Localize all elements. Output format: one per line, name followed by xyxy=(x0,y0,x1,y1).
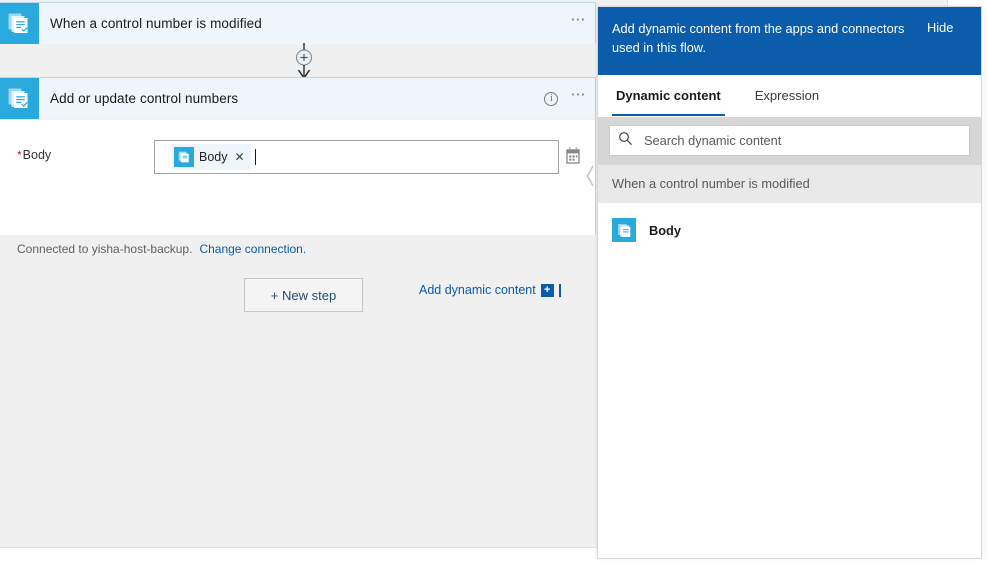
text-cursor xyxy=(254,149,256,165)
dynamic-content-group-header: When a control number is modified xyxy=(598,165,981,203)
hide-banner-button[interactable]: Hide xyxy=(927,19,953,35)
dynamic-content-banner: Add dynamic content from the apps and co… xyxy=(598,7,981,75)
tab-expression[interactable]: Expression xyxy=(751,75,823,116)
close-icon[interactable]: ✕ xyxy=(233,150,249,164)
connection-status-text: Connected to yisha-host-backup. xyxy=(17,242,193,256)
change-connection-link[interactable]: Change connection. xyxy=(199,242,306,256)
list-item[interactable]: Body xyxy=(598,211,981,249)
dynamic-content-token[interactable]: Body ✕ xyxy=(172,144,251,170)
ellipsis-icon[interactable]: ⋯ xyxy=(570,12,587,31)
ellipsis-icon[interactable]: ⋯ xyxy=(570,87,587,106)
flow-connector xyxy=(289,43,319,80)
body-field-label: *Body xyxy=(17,148,51,162)
new-step-button[interactable]: + New step xyxy=(244,278,363,312)
dynamic-content-list: Body xyxy=(598,203,981,558)
panel-scrollbar[interactable] xyxy=(982,6,987,559)
dynamic-content-tabs: Dynamic content Expression xyxy=(598,75,981,117)
action-card-actions: i ⋯ xyxy=(544,78,587,119)
plus-bar-accent xyxy=(558,283,561,297)
body-field-row: *Body Body ✕ xyxy=(0,140,595,174)
trigger-card-actions: ⋯ xyxy=(570,3,587,44)
power-automate-designer: When a control number is modified ⋯ Add … xyxy=(0,0,988,566)
add-dynamic-content-link[interactable]: Add dynamic content + xyxy=(419,283,561,297)
add-dynamic-content-label: Add dynamic content xyxy=(419,283,536,297)
search-area xyxy=(598,117,981,165)
search-box[interactable] xyxy=(609,125,970,156)
required-marker: * xyxy=(17,148,22,162)
token-label: Body xyxy=(199,150,228,164)
info-icon[interactable]: i xyxy=(544,91,559,106)
list-item-label: Body xyxy=(649,222,681,238)
body-field-label-text: Body xyxy=(22,148,52,162)
document-stack-icon xyxy=(0,78,39,119)
document-stack-icon xyxy=(0,3,39,44)
trigger-card-header[interactable]: When a control number is modified ⋯ xyxy=(0,3,595,44)
connection-status: Connected to yisha-host-backup. Change c… xyxy=(17,242,306,256)
action-card-body: *Body Body ✕ Add dynamic content + Conne… xyxy=(0,119,595,297)
trigger-card[interactable]: When a control number is modified ⋯ xyxy=(0,2,596,44)
body-input[interactable]: Body ✕ xyxy=(154,140,559,174)
dynamic-content-panel: Add dynamic content from the apps and co… xyxy=(597,6,982,559)
action-card-title: Add or update control numbers xyxy=(50,91,239,106)
action-card-header[interactable]: Add or update control numbers i ⋯ xyxy=(0,78,595,119)
document-stack-icon xyxy=(612,218,636,242)
trigger-card-title: When a control number is modified xyxy=(50,16,262,31)
plus-icon: + xyxy=(540,283,554,297)
search-icon xyxy=(618,131,633,151)
search-input[interactable] xyxy=(642,132,961,149)
dynamic-content-banner-message: Add dynamic content from the apps and co… xyxy=(612,21,905,55)
tab-dynamic-content[interactable]: Dynamic content xyxy=(612,75,725,116)
chevron-left-icon[interactable] xyxy=(583,158,597,194)
action-card[interactable]: Add or update control numbers i ⋯ *Body xyxy=(0,77,596,297)
document-stack-icon xyxy=(174,147,194,167)
dynamic-content-picker-icon[interactable] xyxy=(564,146,582,166)
